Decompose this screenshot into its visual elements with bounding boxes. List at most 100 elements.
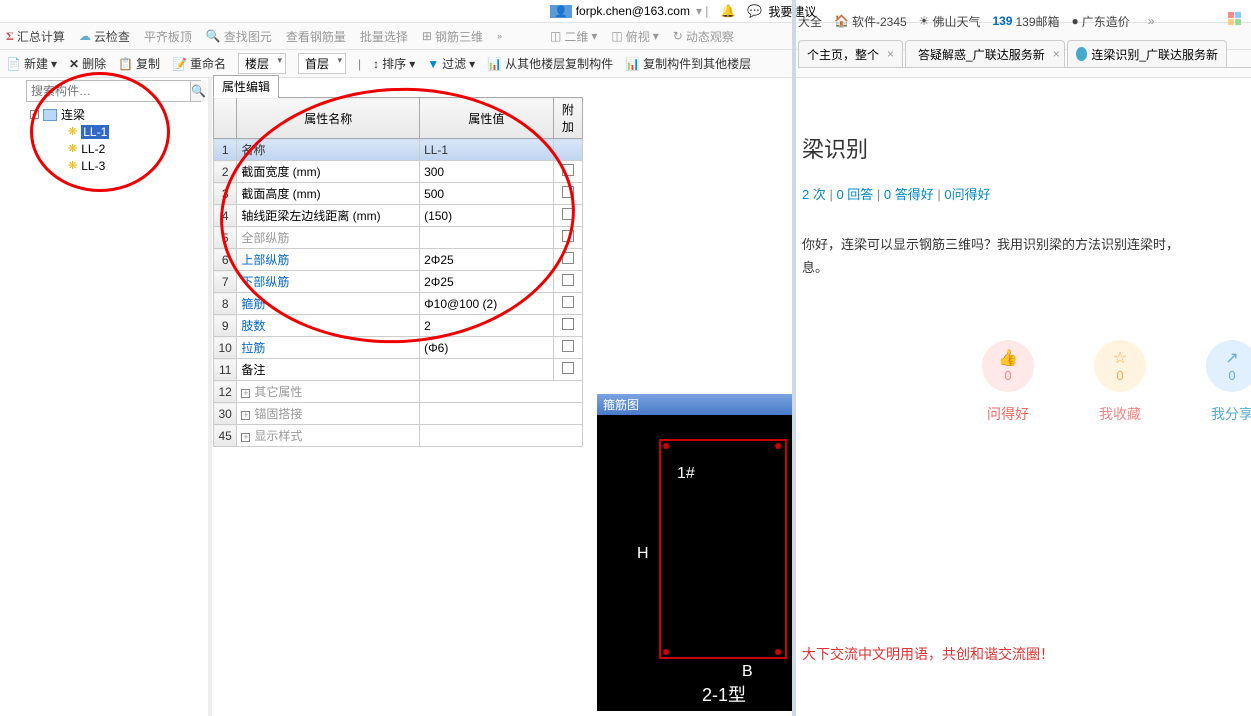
bookmarks-more[interactable]: » [1148,14,1155,28]
share-button[interactable]: ↗0 我分享 [1206,340,1251,424]
filter-button[interactable]: ▼过滤 ▾ [427,55,475,72]
dynamic-observe-button[interactable]: ↻动态观察 [673,28,734,45]
tree-item[interactable]: ❋LL-1 [68,123,109,140]
prop-name[interactable]: +锚固搭接 [237,403,420,425]
new-button[interactable]: 📄新建 ▾ [6,55,57,72]
cloud-check-button[interactable]: ☁云检查 [79,28,130,45]
summary-calc-button[interactable]: Σ汇总计算 [6,28,65,45]
checkbox[interactable] [562,362,574,374]
prop-value[interactable]: (150) [420,205,554,227]
prop-name[interactable]: 备注 [237,359,420,381]
prop-name[interactable]: +其它属性 [237,381,420,403]
copy-from-floor-button[interactable]: 📊从其他楼层复制构件 [487,55,613,72]
checkbox[interactable] [562,296,574,308]
chat-icon[interactable]: 💬 [747,4,762,18]
bookmark-item[interactable]: 大全 [798,13,822,30]
prop-value[interactable] [420,359,554,381]
prop-value[interactable]: 2Φ25 [420,249,554,271]
checkbox[interactable] [562,252,574,264]
prop-value[interactable]: 2 [420,315,554,337]
action-buttons: 👍0 问得好 ☆0 我收藏 ↗0 我分享 [982,340,1251,424]
prop-name[interactable]: 截面宽度 (mm) [237,161,420,183]
prop-value[interactable]: 300 [420,161,554,183]
delete-button[interactable]: ✕删除 [69,55,106,72]
prop-name[interactable]: 箍筋 [237,293,420,315]
browser-tab[interactable]: 连梁识别_广联达服务新 [1067,40,1227,67]
tree-root[interactable]: − 连梁 [30,106,109,123]
prop-name[interactable]: 轴线距梁左边线距离 (mm) [237,205,420,227]
row-number: 1 [214,139,237,161]
expand-icon[interactable]: + [241,433,250,442]
copy-button[interactable]: 📋复制 [118,55,160,72]
stat-good-questions[interactable]: 0问得好 [944,187,990,202]
tree-item[interactable]: ❋LL-2 [68,140,109,157]
checkbox[interactable] [562,318,574,330]
rename-button[interactable]: 📝重命名 [172,55,226,72]
bookmark-item[interactable]: ●广东造价 [1072,13,1130,30]
stat-views[interactable]: 2 次 [802,187,826,202]
apps-grid-icon[interactable] [1228,12,1241,25]
prop-name[interactable]: 拉筋 [237,337,420,359]
copy-to-floor-button[interactable]: 📊复制构件到其他楼层 [625,55,751,72]
row-number: 10 [214,337,237,359]
favorite-button[interactable]: ☆0 我收藏 [1094,340,1146,424]
bookmark-item[interactable]: 139139邮箱 [992,13,1059,30]
prop-value[interactable] [420,381,583,403]
splitter[interactable] [792,0,796,716]
prop-value[interactable] [420,403,583,425]
search-button[interactable]: 🔍 [190,81,206,101]
prop-value[interactable] [420,425,583,447]
checkbox[interactable] [562,186,574,198]
prop-value[interactable]: 500 [420,183,554,205]
bookmark-item[interactable]: 🏠软件-2345 [834,13,907,30]
level-dropdown[interactable]: 首层 [298,53,346,74]
prop-name[interactable]: 上部纵筋 [237,249,420,271]
collapse-icon[interactable]: − [30,110,39,119]
prop-name[interactable]: 名称 [237,139,420,161]
prop-value[interactable]: LL-1 [420,139,554,161]
tree-item[interactable]: ❋LL-3 [68,157,109,174]
splitter[interactable] [208,78,212,716]
view-2d-dropdown[interactable]: ◫二维 ▾ [550,28,597,45]
rebar-dot [663,443,669,449]
bookmark-item[interactable]: ☀佛山天气 [919,13,981,30]
prop-name[interactable]: 截面高度 (mm) [237,183,420,205]
bell-icon[interactable]: 🔔 [720,4,735,18]
rebar-3d-button[interactable]: ⊞钢筋三维 [422,28,483,45]
close-icon[interactable]: × [887,47,894,61]
prop-value[interactable]: Φ10@100 (2) [420,293,554,315]
prop-name[interactable]: 全部纵筋 [237,227,420,249]
prop-value[interactable]: (Φ6) [420,337,554,359]
browser-tab[interactable]: 答疑解惑_广联达服务新× [905,40,1065,67]
view-top-dropdown[interactable]: ◫俯视 ▾ [611,28,658,45]
checkbox[interactable] [562,208,574,220]
floor-dropdown[interactable]: 楼层 [238,53,286,74]
align-slab-button[interactable]: 平齐板顶 [144,28,192,45]
thumb-up-icon: 👍 [998,348,1018,368]
checkbox[interactable] [562,340,574,352]
prop-value[interactable] [420,227,554,249]
view-rebar-button[interactable]: 查看钢筋量 [286,28,346,45]
vote-good-button[interactable]: 👍0 问得好 [982,340,1034,424]
close-icon[interactable]: × [1053,47,1060,61]
prop-name[interactable]: +显示样式 [237,425,420,447]
batch-select-button[interactable]: 批量选择 [360,28,408,45]
prop-value[interactable]: 2Φ25 [420,271,554,293]
search-input[interactable] [27,81,190,101]
checkbox[interactable] [562,274,574,286]
expand-icon[interactable]: + [241,389,250,398]
prop-name[interactable]: 下部纵筋 [237,271,420,293]
find-element-button[interactable]: 🔍查找图元 [206,28,272,45]
sort-button[interactable]: ↕排序 ▾ [373,55,415,72]
checkbox[interactable] [562,230,574,242]
checkbox[interactable] [562,164,574,176]
expand-icon[interactable]: + [241,411,250,420]
prop-name[interactable]: 肢数 [237,315,420,337]
browser-tab[interactable]: 个主页，整个× [798,40,903,67]
tree-item-label: LL-1 [81,125,109,139]
toolbar-more[interactable]: » [497,31,502,41]
stat-answers[interactable]: 0 回答 [836,187,873,202]
property-tab[interactable]: 属性编辑 [213,75,279,98]
tree-item-label: LL-2 [81,142,105,156]
stat-good-answers[interactable]: 0 答得好 [884,187,934,202]
